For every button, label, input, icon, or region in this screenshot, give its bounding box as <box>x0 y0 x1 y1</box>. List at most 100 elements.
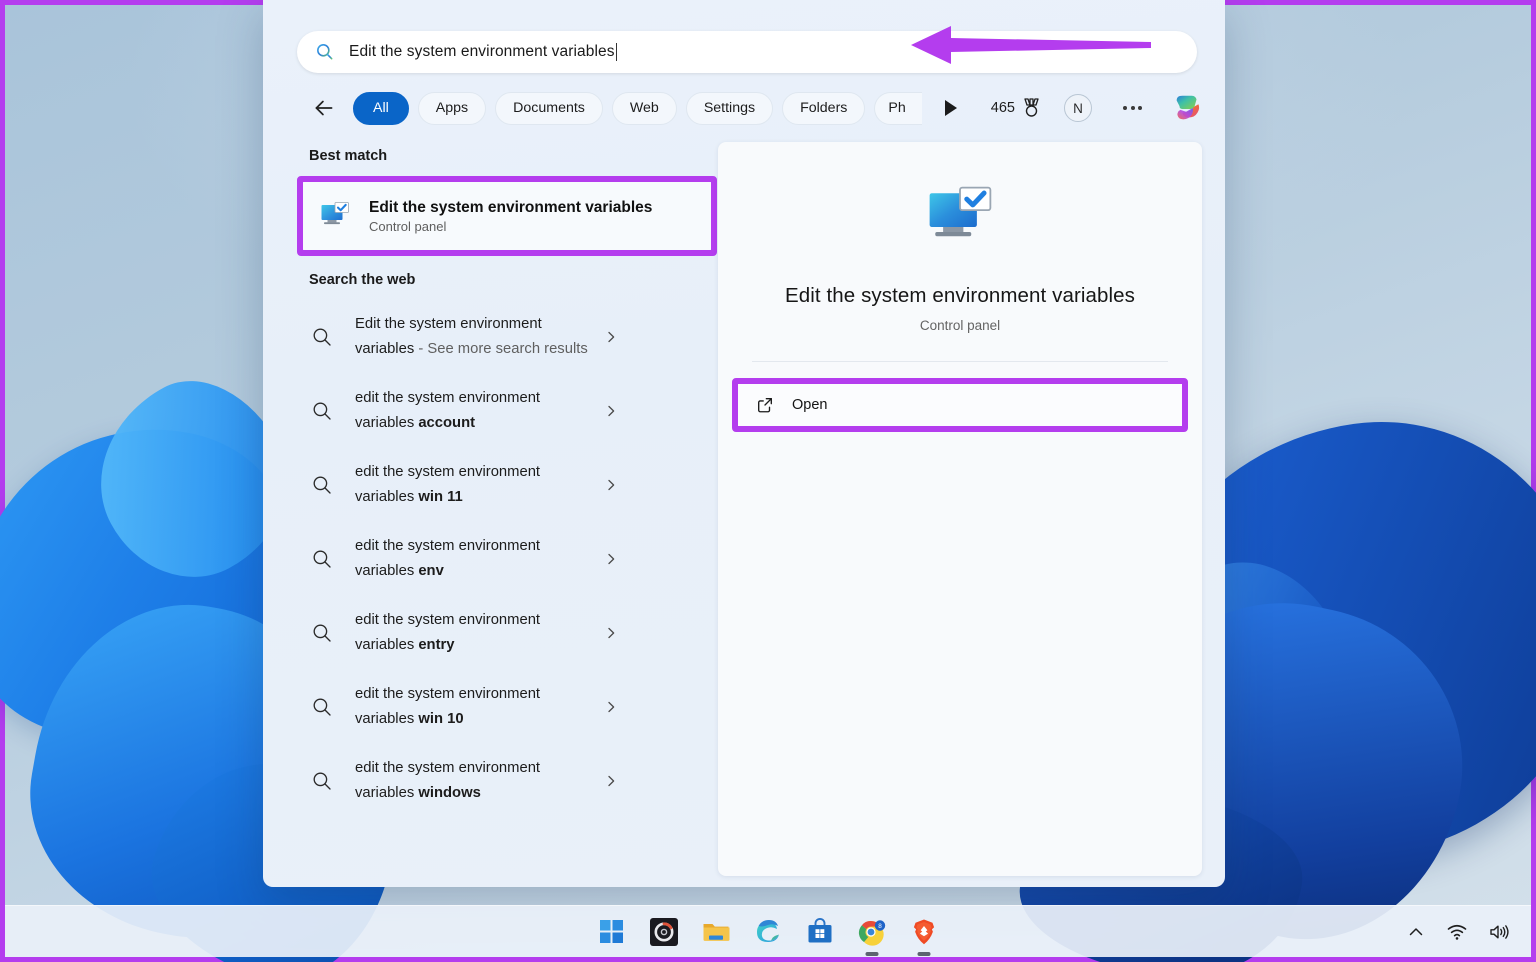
back-arrow-icon[interactable] <box>311 95 337 121</box>
tab-documents[interactable]: Documents <box>495 92 603 125</box>
web-result-text: edit the system environmentvariables win… <box>355 756 605 806</box>
search-icon <box>311 326 333 348</box>
avatar[interactable]: N <box>1064 94 1092 122</box>
web-result-row[interactable]: Edit the system environment variables - S… <box>297 300 717 374</box>
volume-button[interactable] <box>1489 923 1509 941</box>
chevron-right-icon <box>605 627 617 639</box>
brave-lion-icon <box>909 917 939 947</box>
folder-icon <box>701 917 731 947</box>
show-hidden-icons-button[interactable] <box>1407 923 1425 941</box>
web-result-row[interactable]: edit the system environmentvariables ent… <box>297 596 717 670</box>
web-result-line1: edit the system environment <box>355 760 540 776</box>
search-icon <box>311 548 333 570</box>
web-result-line1: edit the system environment <box>355 538 540 554</box>
chrome-icon: 8 <box>857 917 887 947</box>
ellipsis-icon[interactable] <box>1123 106 1142 110</box>
web-result-text: edit the system environment variables win… <box>355 460 605 510</box>
web-result-line2-plain: variables <box>355 341 414 357</box>
file-explorer-button[interactable] <box>701 917 731 947</box>
tab-all[interactable]: All <box>353 92 409 125</box>
speaker-icon <box>1489 923 1509 941</box>
best-match-result[interactable]: Edit the system environment variables Co… <box>303 182 711 250</box>
tab-apps[interactable]: Apps <box>418 92 486 125</box>
web-result-line2-plain: variables <box>355 711 418 727</box>
best-match-text-block: Edit the system environment variables Co… <box>369 198 652 234</box>
preview-subtitle: Control panel <box>718 318 1202 333</box>
tab-folders[interactable]: Folders <box>782 92 865 125</box>
web-result-row[interactable]: edit the system environmentvariables acc… <box>297 374 717 448</box>
web-result-text: edit the system environment variables env <box>355 534 605 584</box>
web-result-line2-bold: env <box>418 563 444 579</box>
web-result-line1: edit the system environment <box>355 686 540 702</box>
external-link-icon <box>756 396 774 414</box>
rewards-points-button[interactable]: 465 <box>991 97 1041 119</box>
best-match-highlight-frame: Edit the system environment variables Co… <box>297 176 717 256</box>
tab-label: Documents <box>513 100 585 116</box>
web-result-row[interactable]: edit the system environment variables win… <box>297 670 717 744</box>
taskbar: 8 <box>5 905 1531 957</box>
store-bag-icon <box>805 917 835 947</box>
start-button[interactable] <box>597 917 627 947</box>
desktop: Edit the system environment variables Al… <box>0 0 1536 962</box>
web-result-line2-plain: variables <box>355 637 418 653</box>
best-match-subtitle: Control panel <box>369 219 652 234</box>
search-icon <box>311 400 333 422</box>
web-result-row[interactable]: edit the system environment variables win… <box>297 448 717 522</box>
system-tray <box>1407 923 1509 941</box>
rewards-points-value: 465 <box>991 100 1015 116</box>
avatar-initial: N <box>1073 101 1083 116</box>
play-triangle-icon[interactable] <box>945 100 957 116</box>
search-icon <box>315 42 335 62</box>
running-indicator <box>918 952 931 956</box>
web-result-row[interactable]: edit the system environment variables env <box>297 522 717 596</box>
web-result-line2-bold: account <box>418 415 475 431</box>
chevron-right-icon <box>605 553 617 565</box>
web-result-row[interactable]: edit the system environmentvariables win… <box>297 744 717 818</box>
web-result-text: edit the system environmentvariables acc… <box>355 386 605 436</box>
tab-label: Settings <box>704 100 755 116</box>
search-icon <box>311 474 333 496</box>
taskbar-app-dark[interactable] <box>649 917 679 947</box>
search-the-web-heading: Search the web <box>309 272 717 288</box>
open-button-label: Open <box>792 397 827 413</box>
search-flyout-panel: Edit the system environment variables Al… <box>263 0 1225 887</box>
tab-label: Folders <box>800 100 847 116</box>
search-input[interactable]: Edit the system environment variables <box>297 31 1197 73</box>
search-filter-bar: All Apps Documents Web Settings Folders … <box>311 88 1205 128</box>
web-result-line2-bold: win 11 <box>418 489 462 505</box>
web-result-line1: Edit the system environment <box>355 316 542 332</box>
web-result-line2-bold: win 10 <box>418 711 463 727</box>
network-button[interactable] <box>1447 923 1467 941</box>
chevron-right-icon <box>605 701 617 713</box>
text-caret <box>616 43 617 61</box>
web-result-line1: edit the system environment <box>355 390 540 406</box>
tab-photos[interactable]: Ph <box>874 92 922 125</box>
dark-disc-icon <box>649 917 679 947</box>
running-indicator <box>866 952 879 956</box>
wifi-icon <box>1447 923 1467 941</box>
tab-web[interactable]: Web <box>612 92 677 125</box>
tab-settings[interactable]: Settings <box>686 92 773 125</box>
preview-title: Edit the system environment variables <box>718 284 1202 308</box>
chrome-button[interactable]: 8 <box>857 917 887 947</box>
web-result-line2-muted: - See more search results <box>414 341 588 357</box>
brave-button[interactable] <box>909 917 939 947</box>
best-match-heading: Best match <box>309 148 717 164</box>
preview-pane: Edit the system environment variables Co… <box>718 142 1202 876</box>
edge-button[interactable] <box>753 917 783 947</box>
web-result-line2-bold: windows <box>418 785 480 801</box>
open-highlight-frame: Open <box>732 378 1188 432</box>
chevron-right-icon <box>605 331 617 343</box>
web-result-line2-plain: variables <box>355 563 418 579</box>
microsoft-store-button[interactable] <box>805 917 835 947</box>
tab-label: Web <box>630 100 659 116</box>
taskbar-items: 8 <box>597 917 939 947</box>
search-icon <box>311 770 333 792</box>
copilot-icon[interactable] <box>1171 91 1205 125</box>
web-result-line2-plain: variables <box>355 489 418 505</box>
web-result-line1: edit the system environment <box>355 464 540 480</box>
rewards-medal-icon <box>1022 97 1041 119</box>
tab-label: All <box>373 100 389 116</box>
edge-icon <box>753 917 783 947</box>
open-button[interactable]: Open <box>738 384 1182 426</box>
